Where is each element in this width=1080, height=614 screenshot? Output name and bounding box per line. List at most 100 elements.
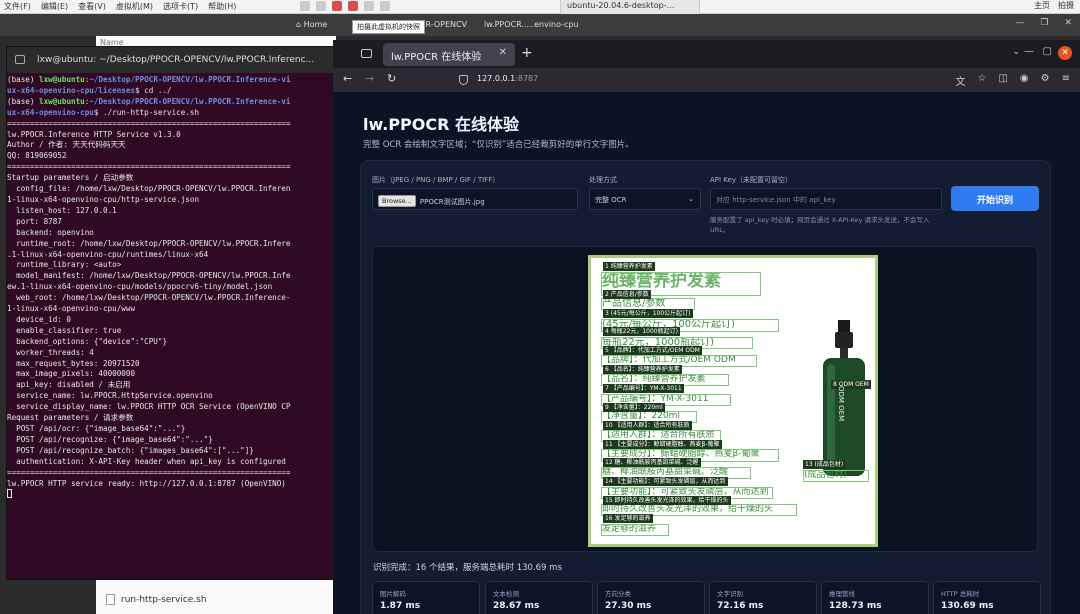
host-toolbar	[300, 1, 390, 11]
metric-value: 72.16 ms	[717, 601, 764, 611]
host-menu-item[interactable]: 编辑(E)	[41, 1, 68, 12]
url-bar[interactable]: 127.0.0.1:8787	[451, 70, 891, 90]
terminal-line: .1-linux-x64-openvino-cpu/runtimes/linux…	[7, 250, 339, 261]
host-menu-item[interactable]: 虚拟机(M)	[116, 1, 153, 12]
metric-label: HTTP 总耗时	[941, 590, 980, 598]
tab-list-icon[interactable]	[361, 49, 372, 58]
capture-link[interactable]: 拍摄	[1058, 0, 1074, 11]
metric-card: 文本检测 28.67 ms	[485, 581, 593, 614]
terminal-text: worker_threads: 4	[7, 347, 94, 357]
browser-tab-active[interactable]: lw.PPOCR 在线体验 ✕	[383, 43, 515, 66]
close-tab-icon[interactable]: ✕	[499, 47, 507, 58]
extensions-icon[interactable]: ⚙	[1041, 73, 1050, 88]
terminal-text: POST /api/recognize: {"image_base64":"..…	[7, 434, 213, 444]
browse-button[interactable]: Browse...	[378, 195, 416, 207]
terminal-text: enable_classifier: true	[7, 325, 122, 335]
ocr-result-tag: 12 糖、椰油酰胺丙基甜菜碱、泛醒	[603, 458, 701, 467]
terminal-text: port: 8787	[7, 216, 62, 226]
ocr-annotated-image: 纯臻营养护发素 1 纯臻营养护发素 产品信息/参数 2 产品信息/参数 (45元/每公斤…	[588, 255, 878, 547]
host-menu: 文件(F) 编辑(E) 查看(V) 虚拟机(M) 选项卡(T) 帮助(H)	[4, 1, 236, 12]
vm-tab-home[interactable]: ⌂ Home	[288, 17, 335, 33]
host-vm-tab[interactable]: ubuntu-20.04.6-desktop-...	[560, 0, 700, 14]
apikey-input[interactable]: 对应 http-service.json 中的 api_key	[710, 188, 942, 210]
selected-file-name: PPOCR测试图片.jpg	[419, 198, 485, 206]
send-keys-icon[interactable]	[316, 1, 326, 11]
url-port: :8787	[515, 74, 539, 83]
forward-icon[interactable]: →	[365, 72, 374, 85]
mode-select[interactable]: 完整 OCR ⌄	[589, 188, 701, 210]
vm-tab-openvino[interactable]: lw.PPOCR.....envino-cpu	[476, 17, 587, 33]
terminal-line: service_name: lw.PPOCR.HttpService.openv…	[7, 391, 339, 402]
ocr-result-tag: 7 【产品编号】：YM-X-3011	[603, 384, 684, 393]
manage-snapshot-icon[interactable]	[364, 1, 374, 11]
restore-icon[interactable]: ❐	[1040, 18, 1048, 28]
fullscreen-icon[interactable]	[380, 1, 390, 11]
chevron-down-icon[interactable]: ⌄	[1012, 47, 1020, 57]
pause-icon[interactable]	[300, 1, 310, 11]
metric-label: 推理管线	[829, 590, 855, 598]
terminal-titlebar[interactable]: lxw@ubuntu: ~/Desktop/PPOCR-OPENCV/lw.PP…	[7, 47, 339, 73]
metric-label: 文字识别	[717, 590, 743, 598]
snapshot-icon[interactable]	[332, 1, 342, 11]
terminal-text: $ ./run-http-service.sh	[93, 107, 200, 117]
new-tab-icon[interactable]: +	[521, 45, 533, 61]
terminal-text: lxw@ubuntu	[39, 75, 85, 84]
terminal-text: Request parameters / 请求参数	[7, 413, 134, 423]
host-menu-item[interactable]: 查看(V)	[78, 1, 106, 12]
terminal-text: lxw@ubuntu	[39, 96, 85, 106]
apikey-label: API Key（未配置可留空）	[710, 176, 792, 184]
home-link[interactable]: 主页	[1034, 0, 1050, 11]
terminal-text: service_name: lw.PPOCR.HttpService.openv…	[7, 391, 213, 401]
vm-tab-strip: ⌂ Home PPOCR-OPENCV lw.PPOCR.....envino-…	[0, 14, 1080, 36]
toolbar-icons: 文 ☆ ◫ ◉ ⚙ ≡	[955, 73, 1070, 88]
start-recognition-button[interactable]: 开始识别	[951, 186, 1039, 211]
host-menu-item[interactable]: 帮助(H)	[208, 1, 236, 12]
terminal-line: Startup parameters / 启动参数	[7, 173, 339, 184]
terminal-cursor-line	[7, 489, 339, 501]
page-title: lw.PPOCR 在线体验	[363, 115, 520, 134]
ocr-card: 图片（JPEG / PNG / BMP / GIF / TIFF） Browse…	[360, 160, 1051, 614]
chevron-down-icon: ⌄	[688, 195, 694, 203]
pocket-icon[interactable]: ◫	[998, 73, 1007, 88]
metric-value: 28.67 ms	[493, 601, 540, 611]
revert-snapshot-icon[interactable]	[348, 1, 358, 11]
minimize-icon[interactable]: —	[1015, 18, 1024, 28]
browser-tabbar: lw.PPOCR 在线体验 ✕ + ⌄ — ▢ ✕	[333, 40, 1080, 68]
terminal-text: ========================================…	[7, 467, 291, 477]
bottle-label-text: ODM OEM	[837, 386, 845, 422]
metric-card: 图片解码 1.87 ms	[372, 581, 480, 614]
result-preview: 纯臻营养护发素 1 纯臻营养护发素 产品信息/参数 2 产品信息/参数 (45元/每公斤…	[372, 246, 1038, 552]
browser-window: lw.PPOCR 在线体验 ✕ + ⌄ — ▢ ✕ ← → ↻ 127.0.0.…	[333, 40, 1080, 614]
reload-icon[interactable]: ↻	[387, 72, 396, 85]
translate-icon[interactable]: 文	[955, 73, 965, 88]
bookmark-star-icon[interactable]: ☆	[977, 73, 986, 88]
menu-icon[interactable]: ≡	[1062, 73, 1070, 88]
close-icon[interactable]: ✕	[1064, 18, 1072, 28]
image-file-input[interactable]: Browse... PPOCR测试图片.jpg	[372, 188, 578, 210]
terminal-line: POST /api/recognize_batch: {"images_base…	[7, 446, 339, 457]
ocr-result-tag: 1 纯臻营养护发素	[603, 262, 655, 271]
back-icon[interactable]: ←	[343, 72, 352, 85]
shield-icon[interactable]	[459, 75, 468, 85]
terminal-text: POST /api/recognize_batch: {"images_base…	[7, 445, 254, 455]
terminal-line: runtime_root: /home/lxw/Desktop/PPOCR-OP…	[7, 239, 339, 250]
metric-card: 文字识别 72.16 ms	[709, 581, 817, 614]
terminal-line: config_file: /home/lxw/Desktop/PPOCR-OPE…	[7, 184, 339, 195]
terminal-output[interactable]: (base) lxw@ubuntu:~/Desktop/PPOCR-OPENCV…	[7, 73, 339, 501]
ocr-result-tag: 3 (45元/每公斤，100公斤起订)	[603, 309, 693, 318]
terminal-window[interactable]: lxw@ubuntu: ~/Desktop/PPOCR-OPENCV/lw.PP…	[6, 46, 340, 580]
host-menu-item[interactable]: 文件(F)	[4, 1, 31, 12]
maximize-icon[interactable]: ▢	[1043, 46, 1052, 57]
minimize-icon[interactable]: —	[1024, 46, 1034, 57]
terminal-text: api_key: disabled / 未启用	[7, 380, 131, 390]
host-menu-item[interactable]: 选项卡(T)	[163, 1, 198, 12]
file-item[interactable]: run-http-service.sh	[106, 594, 207, 605]
result-summary: 识别完成：16 个结果，服务端总耗时 130.69 ms	[373, 563, 562, 573]
vm-window-controls: — ❐ ✕	[1015, 18, 1072, 28]
new-tab-icon[interactable]	[15, 55, 25, 64]
close-window-icon[interactable]: ✕	[1058, 46, 1072, 60]
account-icon[interactable]: ◉	[1020, 73, 1029, 88]
ocr-result-tag: 9 【净含量】：220ml	[603, 403, 665, 412]
terminal-line: service_display_name: lw.PPOCR HTTP OCR …	[7, 402, 339, 413]
ocr-result-tag: 5 【品牌】：代加工方式/OEM ODM	[603, 346, 702, 355]
